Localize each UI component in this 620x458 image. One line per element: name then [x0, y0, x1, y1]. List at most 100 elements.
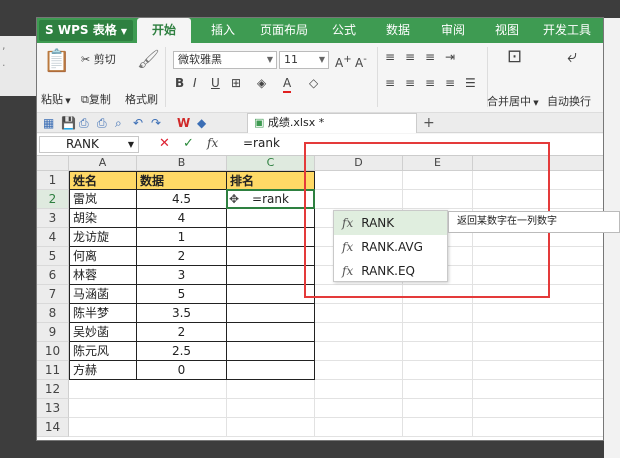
row-header-9[interactable]: 9	[37, 323, 69, 342]
cube-icon[interactable]: ◆	[197, 115, 206, 131]
rank-cell[interactable]	[227, 361, 315, 380]
align-middle-icon[interactable]: ≡	[405, 49, 415, 65]
row-header-2[interactable]: 2	[37, 190, 69, 209]
row-header-5[interactable]: 5	[37, 247, 69, 266]
wrap-text-icon[interactable]: ⤶	[567, 48, 577, 66]
align-left-icon[interactable]: ≡	[385, 75, 395, 91]
name-cell[interactable]: 林蓉	[69, 266, 137, 285]
name-cell[interactable]: 陈半梦	[69, 304, 137, 323]
table-header-cell[interactable]: 数据	[137, 171, 227, 190]
file-tab[interactable]: ▣ 成绩.xlsx *	[247, 113, 417, 133]
tab-page-layout[interactable]: 页面布局	[252, 18, 316, 43]
rank-cell[interactable]	[227, 285, 315, 304]
row-header-4[interactable]: 4	[37, 228, 69, 247]
autocomplete-item[interactable]: fx RANK	[334, 211, 447, 235]
value-cell[interactable]: 2	[137, 247, 227, 266]
preview-icon[interactable]: ⌕	[115, 115, 122, 131]
name-cell[interactable]: 何离	[69, 247, 137, 266]
align-top-icon[interactable]: ≡	[385, 49, 395, 65]
rank-cell[interactable]	[227, 342, 315, 361]
value-cell[interactable]: 0	[137, 361, 227, 380]
tab-insert[interactable]: 插入	[197, 18, 249, 43]
row-header-1[interactable]: 1	[37, 171, 69, 190]
column-header-a[interactable]: A	[69, 156, 137, 171]
column-header-b[interactable]: B	[137, 156, 227, 171]
font-name-select[interactable]: 微软雅黑 ▼	[173, 51, 277, 69]
tab-formulas[interactable]: 公式	[319, 18, 369, 43]
rank-cell[interactable]	[227, 323, 315, 342]
brush-icon[interactable]: 🖌	[137, 49, 160, 70]
align-right-icon[interactable]: ≡	[425, 75, 435, 91]
row-header-8[interactable]: 8	[37, 304, 69, 323]
value-cell[interactable]: 4	[137, 209, 227, 228]
merge-center-button[interactable]: 合并居中 ▼	[487, 93, 539, 109]
align-center-icon[interactable]: ≡	[405, 75, 415, 91]
insert-function-button[interactable]: fx	[207, 136, 218, 150]
value-cell[interactable]: 4.5	[137, 190, 227, 209]
value-cell[interactable]: 5	[137, 285, 227, 304]
print-icon[interactable]: ⎙	[97, 115, 107, 131]
value-cell[interactable]: 2	[137, 323, 227, 342]
justify-icon[interactable]: ≡	[445, 75, 455, 91]
row-header-10[interactable]: 10	[37, 342, 69, 361]
autocomplete-item[interactable]: fx RANK.EQ	[334, 259, 447, 283]
wrap-text-button[interactable]: 自动换行	[547, 93, 591, 109]
format-painter-button[interactable]: 格式刷	[125, 91, 158, 107]
tab-review[interactable]: 审阅	[427, 18, 479, 43]
table-header-cell[interactable]: 姓名	[69, 171, 137, 190]
value-cell[interactable]: 3.5	[137, 304, 227, 323]
confirm-icon[interactable]: ✓	[183, 136, 194, 151]
tab-data[interactable]: 数据	[372, 18, 424, 43]
align-bottom-icon[interactable]: ≡	[425, 49, 435, 65]
table-header-cell[interactable]: 排名	[227, 171, 315, 190]
name-box[interactable]: RANK ▼	[39, 136, 139, 153]
tab-developer[interactable]: 开发工具	[533, 18, 601, 43]
wps-w-icon[interactable]: W	[177, 115, 190, 131]
italic-icon[interactable]: I	[193, 75, 197, 91]
name-cell[interactable]: 马涵菡	[69, 285, 137, 304]
rank-cell[interactable]	[227, 228, 315, 247]
name-cell[interactable]: 胡染	[69, 209, 137, 228]
tab-view[interactable]: 视图	[481, 18, 533, 43]
row-header-7[interactable]: 7	[37, 285, 69, 304]
font-size-select[interactable]: 11 ▼	[279, 51, 329, 69]
app-menu-button[interactable]: S WPS 表格 ▼	[39, 20, 134, 41]
menu-icon[interactable]: ▦	[43, 115, 54, 131]
rank-cell[interactable]	[227, 266, 315, 285]
name-cell[interactable]: 陈元风	[69, 342, 137, 361]
print-preview-icon[interactable]: ⎙	[79, 115, 89, 131]
bold-icon[interactable]: B	[175, 75, 184, 91]
merge-center-icon[interactable]: ⊡	[507, 48, 522, 66]
row-header-13[interactable]: 13	[37, 399, 69, 418]
indent-icon[interactable]: ⇥	[445, 49, 455, 65]
copy-button[interactable]: ⧉复制	[81, 91, 111, 107]
fill-color-icon[interactable]: ◈	[257, 75, 266, 91]
decrease-font-icon[interactable]: A-	[355, 52, 367, 71]
cancel-icon[interactable]: ✕	[159, 136, 170, 151]
underline-icon[interactable]: U	[211, 75, 220, 91]
rank-cell[interactable]	[227, 247, 315, 266]
value-cell[interactable]: 1	[137, 228, 227, 247]
redo-icon[interactable]: ↷	[151, 115, 161, 131]
cut-button[interactable]: ✂ 剪切	[81, 51, 116, 67]
autocomplete-item[interactable]: fx RANK.AVG	[334, 235, 447, 259]
paste-button[interactable]: 粘贴 ▼	[41, 91, 71, 107]
column-header-c[interactable]: C	[227, 156, 315, 171]
row-header-11[interactable]: 11	[37, 361, 69, 380]
new-tab-icon[interactable]: +	[423, 115, 435, 131]
select-all-corner[interactable]	[37, 156, 69, 171]
font-color-icon[interactable]: A	[283, 75, 292, 93]
row-header-6[interactable]: 6	[37, 266, 69, 285]
rank-cell[interactable]	[227, 209, 315, 228]
paste-icon[interactable]: 📋	[43, 49, 70, 74]
tab-home[interactable]: 开始	[137, 18, 191, 43]
name-cell[interactable]: 雷岚	[69, 190, 137, 209]
name-cell[interactable]: 方赫	[69, 361, 137, 380]
save-icon[interactable]: 💾	[61, 115, 76, 131]
clear-format-icon[interactable]: ◇	[309, 75, 318, 91]
increase-font-icon[interactable]: A+	[335, 52, 352, 71]
row-header-14[interactable]: 14	[37, 418, 69, 437]
border-icon[interactable]: ⊞	[231, 75, 241, 91]
row-header-3[interactable]: 3	[37, 209, 69, 228]
name-cell[interactable]: 吴妙菡	[69, 323, 137, 342]
